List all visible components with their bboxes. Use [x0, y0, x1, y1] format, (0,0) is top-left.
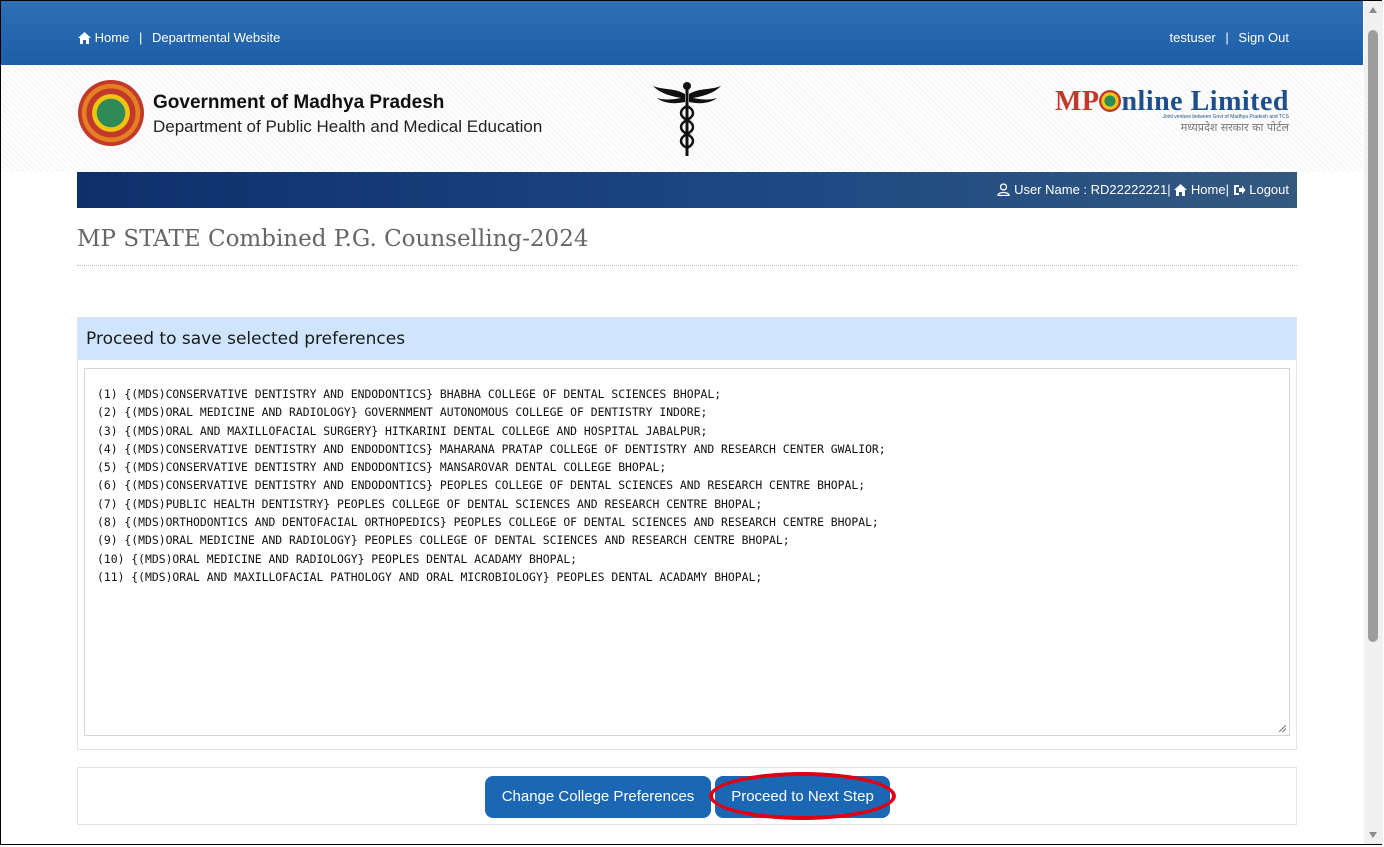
- preference-line: (6) {(MDS)CONSERVATIVE DENTISTRY AND END…: [97, 478, 866, 493]
- resize-grip-icon[interactable]: [1279, 725, 1286, 732]
- preference-line: (5) {(MDS)CONSERVATIVE DENTISTRY AND END…: [97, 460, 667, 475]
- home-link[interactable]: Home: [78, 30, 133, 45]
- gov-title: Government of Madhya Pradesh: [153, 92, 445, 113]
- separator: |: [1167, 182, 1171, 197]
- button-bar: Change College Preferences Proceed to Ne…: [77, 767, 1297, 825]
- brand-hindi: मध्यप्रदेश सरकार का पोर्टल: [1180, 121, 1289, 134]
- username-link[interactable]: testuser: [1170, 30, 1216, 45]
- preferences-panel: Proceed to save selected preferences (1)…: [77, 317, 1297, 750]
- top-nav-left: Home | Departmental Website: [78, 30, 280, 45]
- top-bar: Home | Departmental Website testuser | S…: [1, 1, 1363, 65]
- user-info: User Name : RD22222221| Home| Logout: [997, 182, 1289, 197]
- home-icon: [78, 32, 91, 44]
- user-name-label: User Name : RD22222221: [1014, 182, 1168, 197]
- logout-link[interactable]: Logout: [1233, 182, 1289, 197]
- brand-mp: MP: [1054, 86, 1100, 117]
- preference-line: (7) {(MDS)PUBLIC HEALTH DENTISTRY} PEOPL…: [97, 496, 763, 511]
- preference-line: (1) {(MDS)CONSERVATIVE DENTISTRY AND END…: [97, 387, 722, 401]
- preference-line: (4) {(MDS)CONSERVATIVE DENTISTRY AND END…: [97, 441, 886, 456]
- separator: |: [1225, 30, 1229, 45]
- sign-out-link[interactable]: Sign Out: [1238, 30, 1289, 45]
- nav-home-label: Home: [1190, 182, 1226, 197]
- proceed-next-step-button[interactable]: Proceed to Next Step: [715, 776, 890, 818]
- user-nav-bar: User Name : RD22222221| Home| Logout: [77, 172, 1297, 208]
- mp-emblem-icon: [78, 80, 144, 146]
- preference-line: (10) {(MDS)ORAL MEDICINE AND RADIOLOGY} …: [97, 551, 578, 566]
- scroll-thumb[interactable]: [1368, 30, 1378, 642]
- brand-o-icon: [1099, 90, 1122, 112]
- brand-limited: Limited: [1190, 86, 1289, 117]
- preference-line: (9) {(MDS)ORAL MEDICINE AND RADIOLOGY} P…: [97, 533, 790, 548]
- preferences-textarea[interactable]: (1) {(MDS)CONSERVATIVE DENTISTRY AND END…: [84, 368, 1290, 736]
- page-scrollbar[interactable]: [1364, 1, 1383, 844]
- nav-home-link[interactable]: Home: [1174, 182, 1226, 197]
- panel-heading: Proceed to save selected preferences: [78, 318, 1296, 360]
- logout-icon: [1233, 185, 1246, 195]
- logout-label: Logout: [1249, 182, 1289, 197]
- top-nav-right: testuser | Sign Out: [1170, 30, 1289, 45]
- departmental-website-link[interactable]: Departmental Website: [152, 30, 280, 45]
- user-icon: [997, 183, 1011, 196]
- preference-line: (3) {(MDS)ORAL AND MAXILLOFACIAL SURGERY…: [97, 423, 708, 438]
- preference-line: (2) {(MDS)ORAL MEDICINE AND RADIOLOGY} G…: [97, 405, 708, 420]
- separator: |: [1225, 182, 1229, 197]
- caduceus-icon: [653, 82, 721, 156]
- site-header: Government of Madhya Pradesh Department …: [1, 65, 1363, 172]
- scroll-up-arrow-icon[interactable]: [1369, 7, 1377, 13]
- home-link-label: Home: [94, 30, 130, 45]
- scroll-down-arrow-icon[interactable]: [1369, 832, 1377, 838]
- change-college-preferences-button[interactable]: Change College Preferences: [485, 776, 711, 818]
- mponline-logo: MP nline Limited Joint venture between Go…: [1055, 86, 1289, 135]
- gov-subtitle: Department of Public Health and Medical …: [153, 117, 543, 136]
- page-title: MP STATE Combined P.G. Counselling-2024: [77, 226, 1297, 266]
- preference-line: (11) {(MDS)ORAL AND MAXILLOFACIAL PATHOL…: [97, 569, 763, 584]
- separator: |: [138, 30, 143, 45]
- preference-line: (8) {(MDS)ORTHODONTICS AND DENTOFACIAL O…: [97, 515, 879, 530]
- home-icon: [1174, 184, 1188, 196]
- brand-nline: nline: [1121, 86, 1184, 117]
